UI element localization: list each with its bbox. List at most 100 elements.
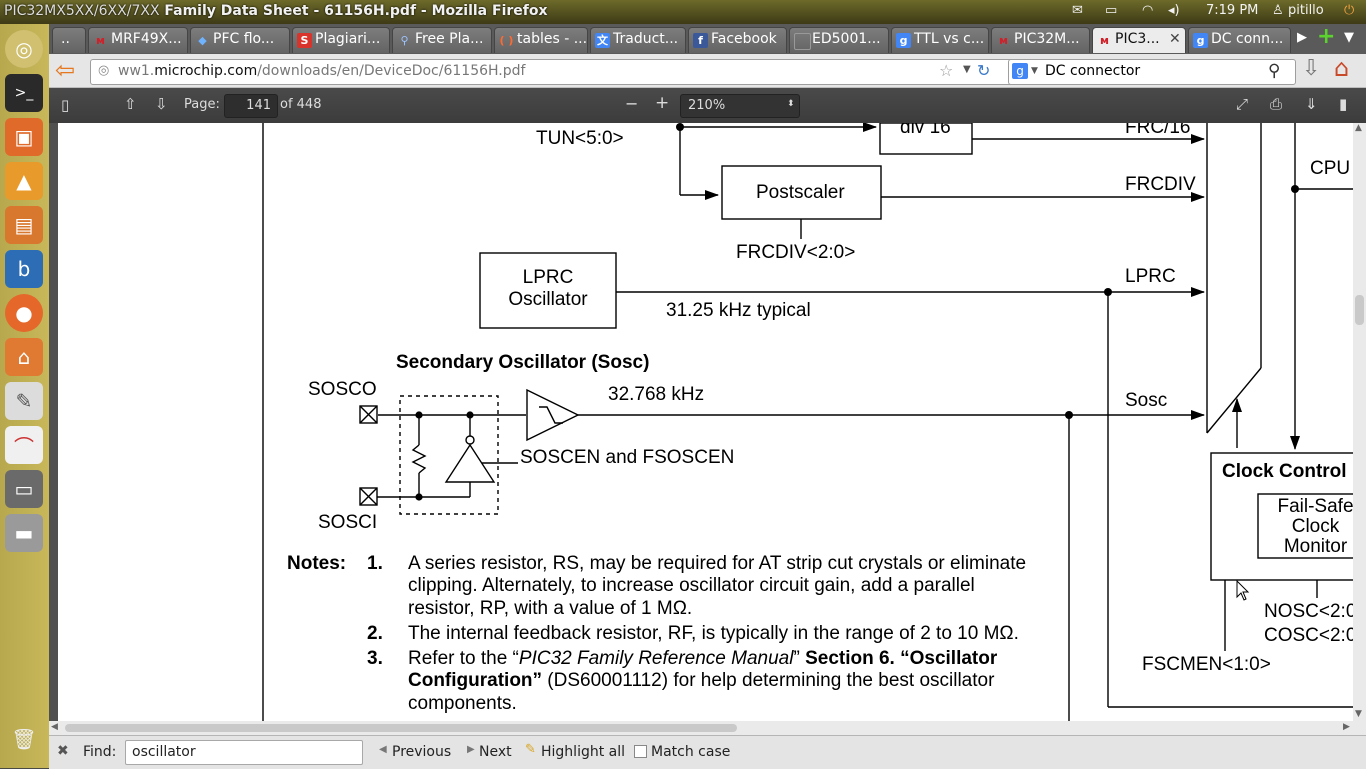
- scroll-left-icon[interactable]: ◀: [51, 722, 58, 732]
- tab-free-pla[interactable]: ⚲ Free Pla...: [392, 27, 492, 53]
- zoom-in-icon[interactable]: +: [655, 93, 669, 113]
- vlc-icon[interactable]: ▲: [5, 162, 43, 200]
- launcher: ◎ >_ ▣ ▲ ▤ b ● ⌂ ✎ ⌒ ▭ ▬ 🗑: [0, 24, 49, 768]
- clock[interactable]: 7:19 PM: [1206, 3, 1258, 18]
- new-tab-icon[interactable]: +: [1317, 24, 1335, 49]
- zoom-select[interactable]: 210% ⬍: [680, 94, 800, 118]
- next-page-icon[interactable]: ⇩: [155, 95, 168, 113]
- site-identity-icon[interactable]: ◎: [98, 63, 109, 78]
- bookmark-icon[interactable]: ▮: [1339, 95, 1347, 113]
- vertical-scrollbar[interactable]: ▲ ▼: [1353, 123, 1366, 723]
- software-center-icon[interactable]: ▣: [5, 118, 43, 156]
- find-previous-button[interactable]: Previous: [392, 744, 451, 760]
- scroll-up-icon[interactable]: ▲: [1355, 123, 1362, 133]
- user-name[interactable]: pitillo: [1288, 3, 1324, 18]
- find-next-button[interactable]: Next: [479, 744, 512, 760]
- scroll-down-icon[interactable]: ▼: [1355, 709, 1362, 719]
- search-engine-dropdown-icon[interactable]: ▼: [1031, 66, 1038, 76]
- reload-icon[interactable]: ↻: [977, 61, 990, 80]
- bookmark-star-icon[interactable]: ☆: [939, 61, 953, 80]
- tab-pfc[interactable]: ◆ PFC flo...: [190, 27, 290, 53]
- page-total: of 448: [280, 97, 322, 112]
- tab-pic32m[interactable]: ᴍ PIC32M...: [991, 27, 1090, 53]
- tab-list-icon[interactable]: ▼: [1344, 30, 1354, 45]
- tab-scroll-right-icon[interactable]: ▶: [1297, 30, 1307, 45]
- fsm-line3: Monitor: [1283, 536, 1348, 557]
- horizontal-scrollbar[interactable]: ◀ ▶: [49, 721, 1366, 735]
- trash-icon[interactable]: 🗑: [5, 720, 43, 758]
- close-tab-icon[interactable]: ✕: [1169, 31, 1181, 47]
- page-number-input[interactable]: 141: [224, 94, 278, 118]
- home-folder-icon[interactable]: ⌂: [5, 338, 43, 376]
- tab-traduct[interactable]: 文 Traduct...: [590, 27, 686, 53]
- home-icon[interactable]: ⌂: [1334, 54, 1349, 82]
- zoom-out-icon[interactable]: −: [625, 94, 638, 113]
- sosc-output-label: Sosc: [1125, 390, 1168, 411]
- url-text[interactable]: ww1.microchip.com/downloads/en/DeviceDoc…: [118, 63, 525, 79]
- tab-plagiarism[interactable]: S Plagiari...: [292, 27, 390, 53]
- back-icon[interactable]: ⇦: [55, 56, 75, 84]
- power-icon[interactable]: ⏻: [1344, 3, 1354, 18]
- s-icon: S: [297, 33, 312, 48]
- match-case-checkbox[interactable]: [634, 745, 647, 758]
- wifi-icon[interactable]: ◠: [1142, 3, 1153, 18]
- dash-icon[interactable]: ◎: [5, 30, 43, 68]
- scroll-right-icon[interactable]: ▶: [1343, 722, 1350, 732]
- files-icon[interactable]: ▤: [5, 206, 43, 244]
- note-2-line1: The internal feedback resistor, RF, is t…: [408, 623, 1019, 644]
- print-icon[interactable]: ⎙: [1270, 95, 1282, 113]
- tab-dc-conn[interactable]: g DC conn...: [1188, 27, 1291, 53]
- brace-icon: ( ): [499, 34, 514, 47]
- tab-facebook[interactable]: f Facebook: [688, 27, 787, 53]
- download-pdf-icon[interactable]: ⇓: [1305, 95, 1318, 113]
- downloads-icon[interactable]: ⇩: [1302, 56, 1320, 81]
- history-dropdown-icon[interactable]: ▼: [963, 64, 971, 75]
- microchip-icon: ᴍ: [1100, 34, 1109, 47]
- find-label: Find:: [83, 744, 117, 760]
- url-bar[interactable]: ◎ ww1.microchip.com/downloads/en/DeviceD…: [90, 59, 1050, 85]
- battery-icon[interactable]: ▭: [1105, 3, 1117, 18]
- match-case-label[interactable]: Match case: [651, 744, 730, 760]
- search-go-icon[interactable]: ⚲: [1268, 61, 1280, 81]
- mail-icon[interactable]: ✉: [1072, 3, 1083, 18]
- next-arrow-icon: ▶: [467, 744, 475, 755]
- horizontal-scroll-thumb[interactable]: [65, 724, 737, 732]
- dropbox-icon: ◆: [198, 34, 207, 47]
- microchip-icon: ᴍ: [999, 34, 1008, 47]
- soscen-label: SOSCEN and FSOSCEN: [520, 447, 735, 468]
- translate-icon: 文: [595, 33, 610, 48]
- tab-ed5001[interactable]: ED5001...: [789, 27, 889, 53]
- tab-ttl[interactable]: g TTL vs c...: [891, 27, 989, 53]
- find-input[interactable]: oscillator: [125, 740, 363, 765]
- firefox-icon[interactable]: ●: [5, 294, 43, 332]
- terminal-icon[interactable]: >_: [5, 74, 43, 112]
- volume-icon[interactable]: ◂): [1168, 3, 1180, 18]
- tab-pic32-active[interactable]: ᴍ PIC3... ✕: [1092, 27, 1186, 53]
- pdf-toolbar: ▯ ⇧ ⇩ Page: 141 of 448 − + 210% ⬍ ⤢ ⎙ ⇓ …: [49, 88, 1366, 123]
- nosc-label: NOSC<2:0: [1264, 601, 1353, 622]
- drive-icon[interactable]: ▬: [5, 514, 43, 552]
- window-icon[interactable]: ▭: [5, 470, 43, 508]
- search-icon: ⚲: [400, 34, 409, 47]
- vertical-scroll-thumb[interactable]: [1355, 295, 1364, 325]
- sidebar-toggle-icon[interactable]: ▯: [61, 96, 69, 114]
- highlight-all-button[interactable]: Highlight all: [541, 744, 625, 760]
- frcdiv-select-label: FRCDIV<2:0>: [736, 242, 856, 263]
- cpu-label: CPU: [1310, 158, 1351, 179]
- tab-mrf49x[interactable]: ᴍ MRF49X...: [88, 27, 188, 53]
- b-app-icon[interactable]: b: [5, 250, 43, 288]
- previous-page-icon[interactable]: ⇧: [124, 95, 137, 113]
- tab-scroll-left[interactable]: ..: [52, 27, 86, 53]
- search-engine-icon[interactable]: g: [1012, 63, 1028, 79]
- note-2-number: 2.: [367, 623, 383, 644]
- close-find-icon[interactable]: ✖: [57, 743, 69, 759]
- search-input[interactable]: DC connector: [1045, 63, 1140, 79]
- user-icon[interactable]: ♙: [1272, 3, 1284, 18]
- pdf-reader-icon[interactable]: ⌒: [5, 426, 43, 464]
- tab-tables[interactable]: ( ) tables - ...: [494, 27, 588, 53]
- pdf-viewer[interactable]: TUN<5:0> div 16 FRC/16 Postscaler FRCDIV…: [49, 123, 1366, 735]
- search-bar[interactable]: g ▼ DC connector ⚲: [1008, 59, 1296, 85]
- fullscreen-icon[interactable]: ⤢: [1236, 95, 1248, 113]
- text-editor-icon[interactable]: ✎: [5, 382, 43, 420]
- window-title: PIC32MX5XX/6XX/7XX Family Data Sheet - 6…: [4, 3, 548, 19]
